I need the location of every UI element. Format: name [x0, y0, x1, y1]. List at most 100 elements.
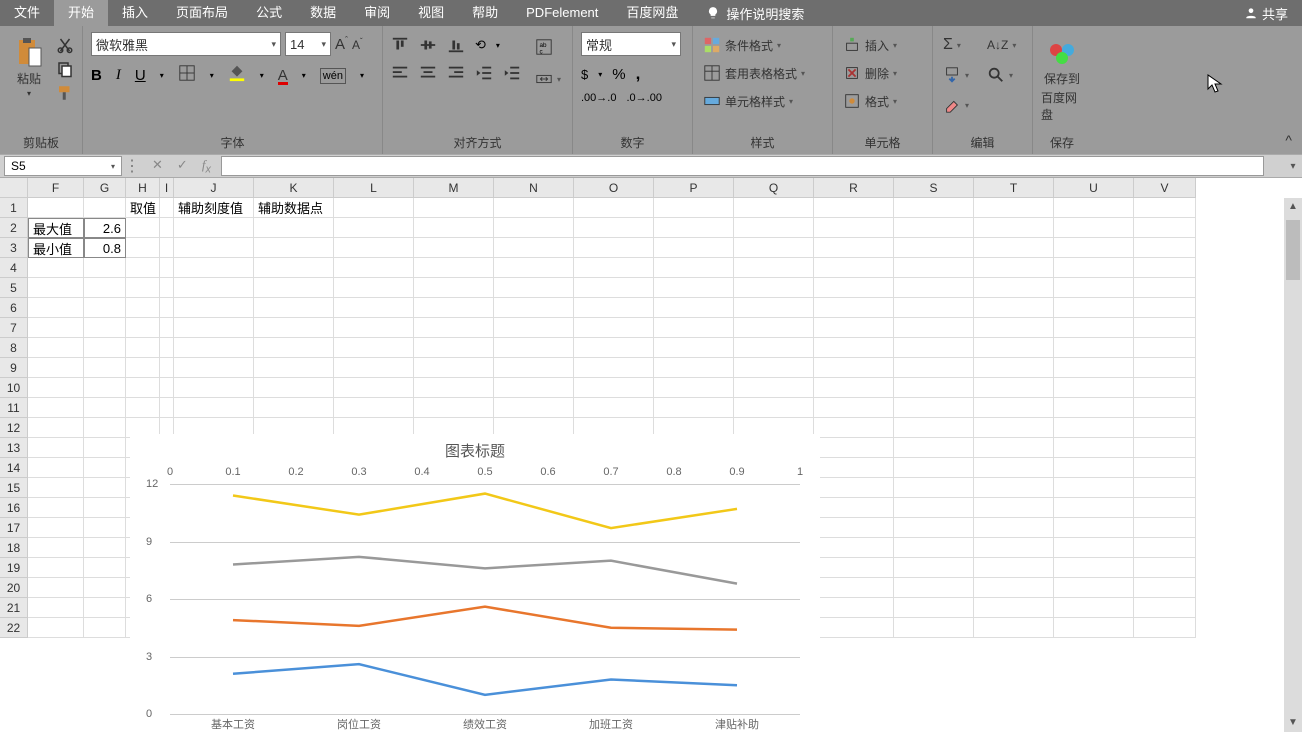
cell[interactable]	[814, 438, 894, 458]
row-head-11[interactable]: 11	[0, 398, 28, 418]
cell[interactable]	[1054, 298, 1134, 318]
cell[interactable]	[814, 578, 894, 598]
row-head-6[interactable]: 6	[0, 298, 28, 318]
cell[interactable]	[494, 298, 574, 318]
cell[interactable]	[28, 458, 84, 478]
cell[interactable]	[414, 358, 494, 378]
cell[interactable]	[84, 398, 126, 418]
cell[interactable]	[654, 398, 734, 418]
format-button[interactable]: 格式▾	[841, 90, 899, 112]
cell[interactable]	[494, 238, 574, 258]
cell[interactable]	[28, 258, 84, 278]
cell[interactable]	[254, 398, 334, 418]
align-middle-icon[interactable]	[419, 36, 437, 54]
cell[interactable]	[814, 418, 894, 438]
cell[interactable]	[174, 338, 254, 358]
cell[interactable]	[1054, 198, 1134, 218]
copy-icon[interactable]	[56, 60, 74, 78]
cell[interactable]	[814, 478, 894, 498]
tell-me-search[interactable]: 操作说明搜索	[706, 4, 804, 23]
fill-color-button[interactable]	[228, 64, 246, 87]
orientation-button[interactable]: ⟲	[475, 37, 486, 53]
cell[interactable]	[1134, 558, 1196, 578]
cell[interactable]	[894, 578, 974, 598]
cell[interactable]	[974, 498, 1054, 518]
cell[interactable]: 辅助数据点	[254, 198, 334, 218]
cell[interactable]	[254, 258, 334, 278]
share-button[interactable]: 共享	[1244, 4, 1288, 23]
underline-button[interactable]: U	[135, 67, 146, 84]
row-head-8[interactable]: 8	[0, 338, 28, 358]
number-format-combo[interactable]: 常规▾	[581, 32, 681, 56]
cell[interactable]	[28, 358, 84, 378]
cell[interactable]	[654, 358, 734, 378]
cell[interactable]	[574, 258, 654, 278]
cell[interactable]	[174, 378, 254, 398]
scroll-down-icon[interactable]: ▼	[1284, 714, 1302, 732]
cell[interactable]	[334, 298, 414, 318]
cell[interactable]	[1054, 478, 1134, 498]
cell[interactable]	[254, 298, 334, 318]
cell[interactable]	[28, 518, 84, 538]
find-button[interactable]: ▾	[985, 64, 1018, 86]
cell[interactable]	[84, 538, 126, 558]
cell[interactable]	[654, 258, 734, 278]
cell[interactable]	[894, 418, 974, 438]
shrink-font-icon[interactable]: Aˇ	[352, 37, 363, 52]
cell[interactable]	[126, 218, 160, 238]
cell[interactable]	[1134, 318, 1196, 338]
cell[interactable]	[894, 358, 974, 378]
cell[interactable]	[1054, 618, 1134, 638]
expand-formula-icon[interactable]: ▾	[1284, 161, 1302, 172]
cell[interactable]	[414, 218, 494, 238]
cell[interactable]	[974, 278, 1054, 298]
cell[interactable]	[974, 438, 1054, 458]
cell[interactable]	[1054, 378, 1134, 398]
col-head-S[interactable]: S	[894, 178, 974, 198]
cell[interactable]	[654, 218, 734, 238]
col-head-L[interactable]: L	[334, 178, 414, 198]
col-head-V[interactable]: V	[1134, 178, 1196, 198]
cell[interactable]	[894, 598, 974, 618]
cell[interactable]	[160, 238, 174, 258]
cell[interactable]	[894, 618, 974, 638]
cell[interactable]	[574, 358, 654, 378]
cell[interactable]	[814, 198, 894, 218]
tab-home[interactable]: 开始	[54, 0, 108, 26]
cell[interactable]	[126, 258, 160, 278]
table-format-button[interactable]: 套用表格格式▾	[701, 62, 807, 84]
cell[interactable]	[126, 238, 160, 258]
cell[interactable]	[414, 238, 494, 258]
cell[interactable]	[894, 238, 974, 258]
tab-formulas[interactable]: 公式	[242, 0, 296, 26]
cell[interactable]	[28, 338, 84, 358]
cell[interactable]	[126, 298, 160, 318]
cell[interactable]	[174, 278, 254, 298]
cell[interactable]	[160, 198, 174, 218]
select-all-button[interactable]	[0, 178, 28, 198]
cell[interactable]	[974, 398, 1054, 418]
cell[interactable]	[894, 258, 974, 278]
cell[interactable]	[28, 298, 84, 318]
cell[interactable]	[28, 578, 84, 598]
cell[interactable]	[814, 378, 894, 398]
cell[interactable]	[1134, 598, 1196, 618]
cell[interactable]	[574, 298, 654, 318]
cell[interactable]	[160, 338, 174, 358]
cell[interactable]	[1054, 498, 1134, 518]
cell[interactable]	[84, 558, 126, 578]
col-head-H[interactable]: H	[126, 178, 160, 198]
cell[interactable]	[160, 378, 174, 398]
sort-button[interactable]: A↓Z▾	[985, 34, 1018, 56]
cell[interactable]	[974, 518, 1054, 538]
cell[interactable]	[160, 258, 174, 278]
cell[interactable]	[28, 418, 84, 438]
cell[interactable]	[574, 218, 654, 238]
fill-button[interactable]: ▾	[941, 64, 971, 86]
tab-layout[interactable]: 页面布局	[162, 0, 242, 26]
cell[interactable]	[254, 238, 334, 258]
cell[interactable]	[974, 298, 1054, 318]
row-head-15[interactable]: 15	[0, 478, 28, 498]
cell[interactable]	[84, 598, 126, 618]
cell[interactable]	[974, 618, 1054, 638]
